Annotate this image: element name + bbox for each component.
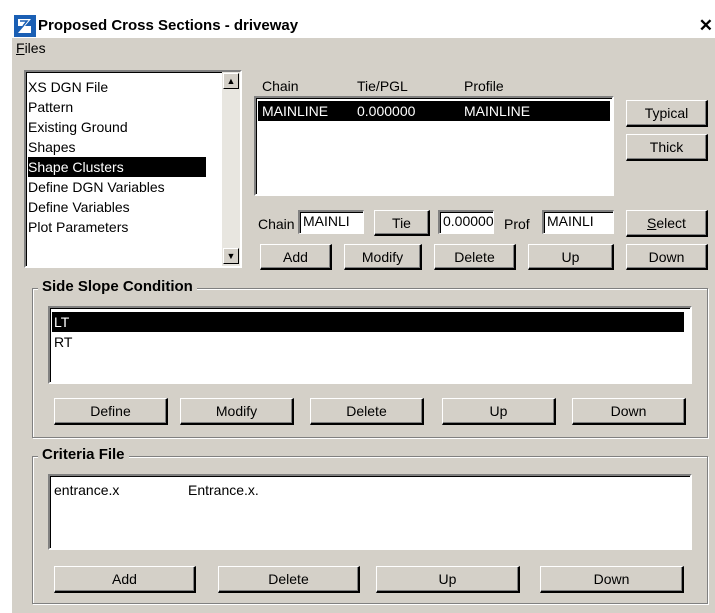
- criteria-add-button[interactable]: Add: [54, 566, 196, 593]
- chain-add-button[interactable]: Add: [260, 244, 332, 270]
- chain-modify-button[interactable]: Modify: [344, 244, 422, 270]
- criteria-down-button[interactable]: Down: [540, 566, 684, 593]
- col-header-tie-pgl: Tie/PGL: [357, 78, 408, 94]
- menu-files[interactable]: Files: [16, 40, 46, 56]
- chain-up-button[interactable]: Up: [528, 244, 614, 270]
- nav-item-shapes[interactable]: Shapes: [28, 137, 206, 157]
- side-slope-item-lt[interactable]: LT: [52, 312, 684, 332]
- menu-bar: Files: [12, 38, 715, 58]
- nav-list[interactable]: XS DGN File Pattern Existing Ground Shap…: [24, 70, 242, 268]
- side-slope-delete-button[interactable]: Delete: [310, 398, 424, 425]
- criteria-row[interactable]: entrance.x Entrance.x.: [52, 480, 684, 500]
- cell-tie: 0.000000: [357, 103, 416, 119]
- cell-chain: MAINLINE: [262, 103, 329, 119]
- criteria-delete-button[interactable]: Delete: [218, 566, 360, 593]
- chain-field[interactable]: MAINLI: [298, 210, 364, 234]
- side-slope-item-rt[interactable]: RT: [52, 332, 684, 352]
- side-slope-modify-button[interactable]: Modify: [180, 398, 294, 425]
- tie-field[interactable]: 0.00000(: [438, 210, 494, 234]
- nav-item-define-dgn-variables[interactable]: Define DGN Variables: [28, 177, 206, 197]
- table-row[interactable]: MAINLINE 0.000000 MAINLINE: [258, 101, 610, 121]
- criteria-up-button[interactable]: Up: [376, 566, 520, 593]
- title-bar[interactable]: Proposed Cross Sections - driveway ✕: [12, 14, 715, 38]
- select-button[interactable]: Select: [626, 210, 708, 237]
- window-title: Proposed Cross Sections - driveway: [38, 17, 299, 34]
- chain-label: Chain: [258, 216, 295, 232]
- select-label: elect: [656, 215, 686, 231]
- thick-button[interactable]: Thick: [626, 134, 708, 161]
- nav-item-pattern[interactable]: Pattern: [28, 97, 206, 117]
- criteria-list[interactable]: entrance.x Entrance.x.: [48, 474, 692, 550]
- side-slope-up-button[interactable]: Up: [442, 398, 556, 425]
- tie-button[interactable]: Tie: [374, 210, 430, 236]
- chain-down-button[interactable]: Down: [626, 244, 708, 270]
- scroll-down-icon[interactable]: ▼: [223, 248, 239, 264]
- close-icon[interactable]: ✕: [699, 16, 713, 36]
- col-header-chain: Chain: [262, 78, 299, 94]
- nav-item-xs-dgn-file[interactable]: XS DGN File: [28, 77, 206, 97]
- side-slope-title: Side Slope Condition: [38, 278, 197, 295]
- col-header-profile: Profile: [464, 78, 504, 94]
- prof-label: Prof: [504, 216, 530, 232]
- side-slope-list[interactable]: LT RT: [48, 306, 692, 384]
- select-mnemonic: S: [647, 215, 657, 231]
- typical-button[interactable]: Typical: [626, 100, 708, 127]
- criteria-title: Criteria File: [38, 446, 129, 463]
- nav-item-existing-ground[interactable]: Existing Ground: [28, 117, 206, 137]
- criteria-file-description: Entrance.x.: [188, 482, 259, 498]
- criteria-file-name: entrance.x: [54, 482, 120, 498]
- cell-profile: MAINLINE: [464, 103, 531, 119]
- nav-item-plot-parameters[interactable]: Plot Parameters: [28, 217, 206, 237]
- side-slope-define-button[interactable]: Define: [54, 398, 168, 425]
- nav-item-shape-clusters[interactable]: Shape Clusters: [28, 157, 206, 177]
- chain-table[interactable]: MAINLINE 0.000000 MAINLINE: [254, 96, 614, 196]
- nav-scrollbar[interactable]: ▲ ▼: [222, 72, 240, 266]
- menu-files-label: iles: [24, 40, 46, 56]
- app-logo-icon: [14, 15, 36, 37]
- scroll-up-icon[interactable]: ▲: [223, 73, 239, 89]
- dialog-window: Proposed Cross Sections - driveway ✕ Fil…: [10, 12, 715, 613]
- nav-item-define-variables[interactable]: Define Variables: [28, 197, 206, 217]
- prof-field[interactable]: MAINLI: [542, 210, 614, 234]
- menu-files-mnemonic: F: [16, 40, 25, 56]
- chain-delete-button[interactable]: Delete: [434, 244, 516, 270]
- side-slope-down-button[interactable]: Down: [572, 398, 686, 425]
